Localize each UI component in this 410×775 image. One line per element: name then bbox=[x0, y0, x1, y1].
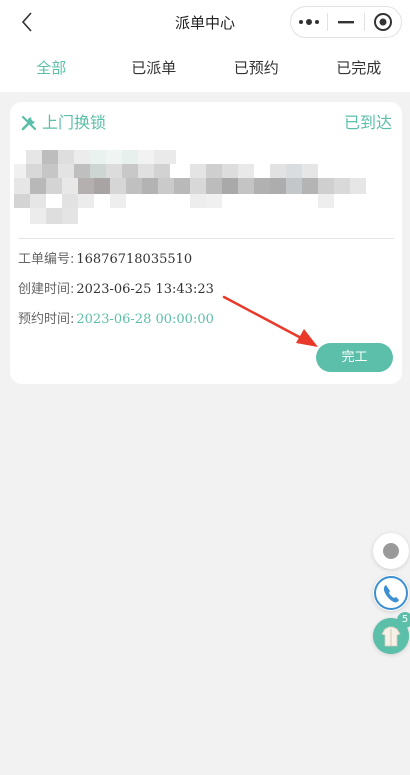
appointment-time-value: 2023-06-28 00:00:00 bbox=[76, 312, 214, 327]
tab-dispatched[interactable]: 已派单 bbox=[103, 44, 206, 92]
order-number-label: 工单编号: bbox=[18, 252, 75, 267]
pixelated-address bbox=[14, 146, 374, 226]
more-dots-icon[interactable] bbox=[291, 7, 327, 37]
tab-all[interactable]: 全部 bbox=[0, 44, 103, 92]
created-time-label: 创建时间: bbox=[18, 282, 75, 297]
tab-completed[interactable]: 已完成 bbox=[308, 44, 410, 92]
floating-service-button[interactable]: 5 bbox=[373, 612, 410, 654]
service-type: 上门换锁 bbox=[42, 113, 107, 132]
floating-phone-button[interactable] bbox=[373, 575, 409, 611]
nav-bar: 派单中心 bbox=[0, 0, 410, 44]
card-header: 上门换锁 已到达 bbox=[20, 112, 392, 136]
notification-badge: 5 bbox=[397, 612, 410, 628]
floating-record-button[interactable] bbox=[373, 533, 409, 569]
order-number-value: 16876718035510 bbox=[76, 252, 193, 267]
appointment-time-row: 预约时间: 2023-06-28 00:00:00 bbox=[18, 311, 214, 329]
appointment-time-label: 预约时间: bbox=[18, 312, 75, 327]
order-number-row: 工单编号: 16876718035510 bbox=[18, 251, 192, 269]
card-divider bbox=[18, 238, 394, 239]
finish-button[interactable]: 完工 bbox=[316, 343, 393, 372]
minimize-icon[interactable] bbox=[328, 7, 364, 37]
created-time-value: 2023-06-25 13:43:23 bbox=[76, 282, 214, 297]
status-tabs: 全部 已派单 已预约 已完成 bbox=[0, 44, 410, 92]
created-time-row: 创建时间: 2023-06-25 13:43:23 bbox=[18, 281, 214, 299]
order-status: 已到达 bbox=[343, 113, 392, 132]
phone-icon bbox=[374, 576, 408, 610]
record-dot-icon bbox=[383, 543, 399, 559]
wrench-icon bbox=[21, 115, 37, 131]
tab-appointed[interactable]: 已预约 bbox=[205, 44, 308, 92]
target-close-icon[interactable] bbox=[365, 7, 401, 37]
mini-program-capsule bbox=[290, 6, 402, 38]
order-card[interactable]: 上门换锁 已到达 工单编号: 16876718035510 创建时间: 2023… bbox=[10, 102, 402, 384]
